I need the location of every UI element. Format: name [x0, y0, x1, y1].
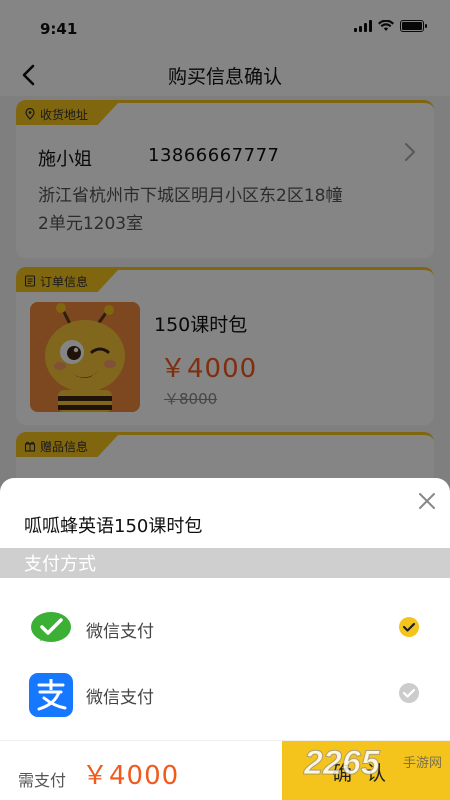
wechat-pay-label: 微信支付 — [86, 622, 154, 642]
payment-sheet: 呱呱蜂英语150课时包 支付方式 微信支付 微信支付 需支付 ￥4000 确认 — [0, 478, 450, 800]
amount-due-label: 需支付 — [18, 771, 67, 790]
amount-due-value: ￥4000 — [82, 761, 180, 791]
confirm-button[interactable]: 确认 — [282, 741, 450, 800]
sheet-title: 呱呱蜂英语150课时包 — [24, 516, 203, 537]
unselected-check-icon[interactable] — [398, 682, 420, 704]
payment-method-header: 支付方式 — [0, 548, 450, 578]
close-icon[interactable] — [416, 490, 438, 512]
alipay-icon — [29, 673, 73, 717]
payment-option-wechat[interactable]: 微信支付 — [0, 600, 450, 656]
selected-check-icon[interactable] — [398, 616, 420, 638]
payment-option-alipay[interactable]: 微信支付 — [0, 666, 450, 722]
bottom-bar: 需支付 ￥4000 确认 — [0, 740, 450, 800]
alipay-label: 微信支付 — [86, 688, 154, 708]
wechat-pay-icon — [31, 612, 71, 642]
